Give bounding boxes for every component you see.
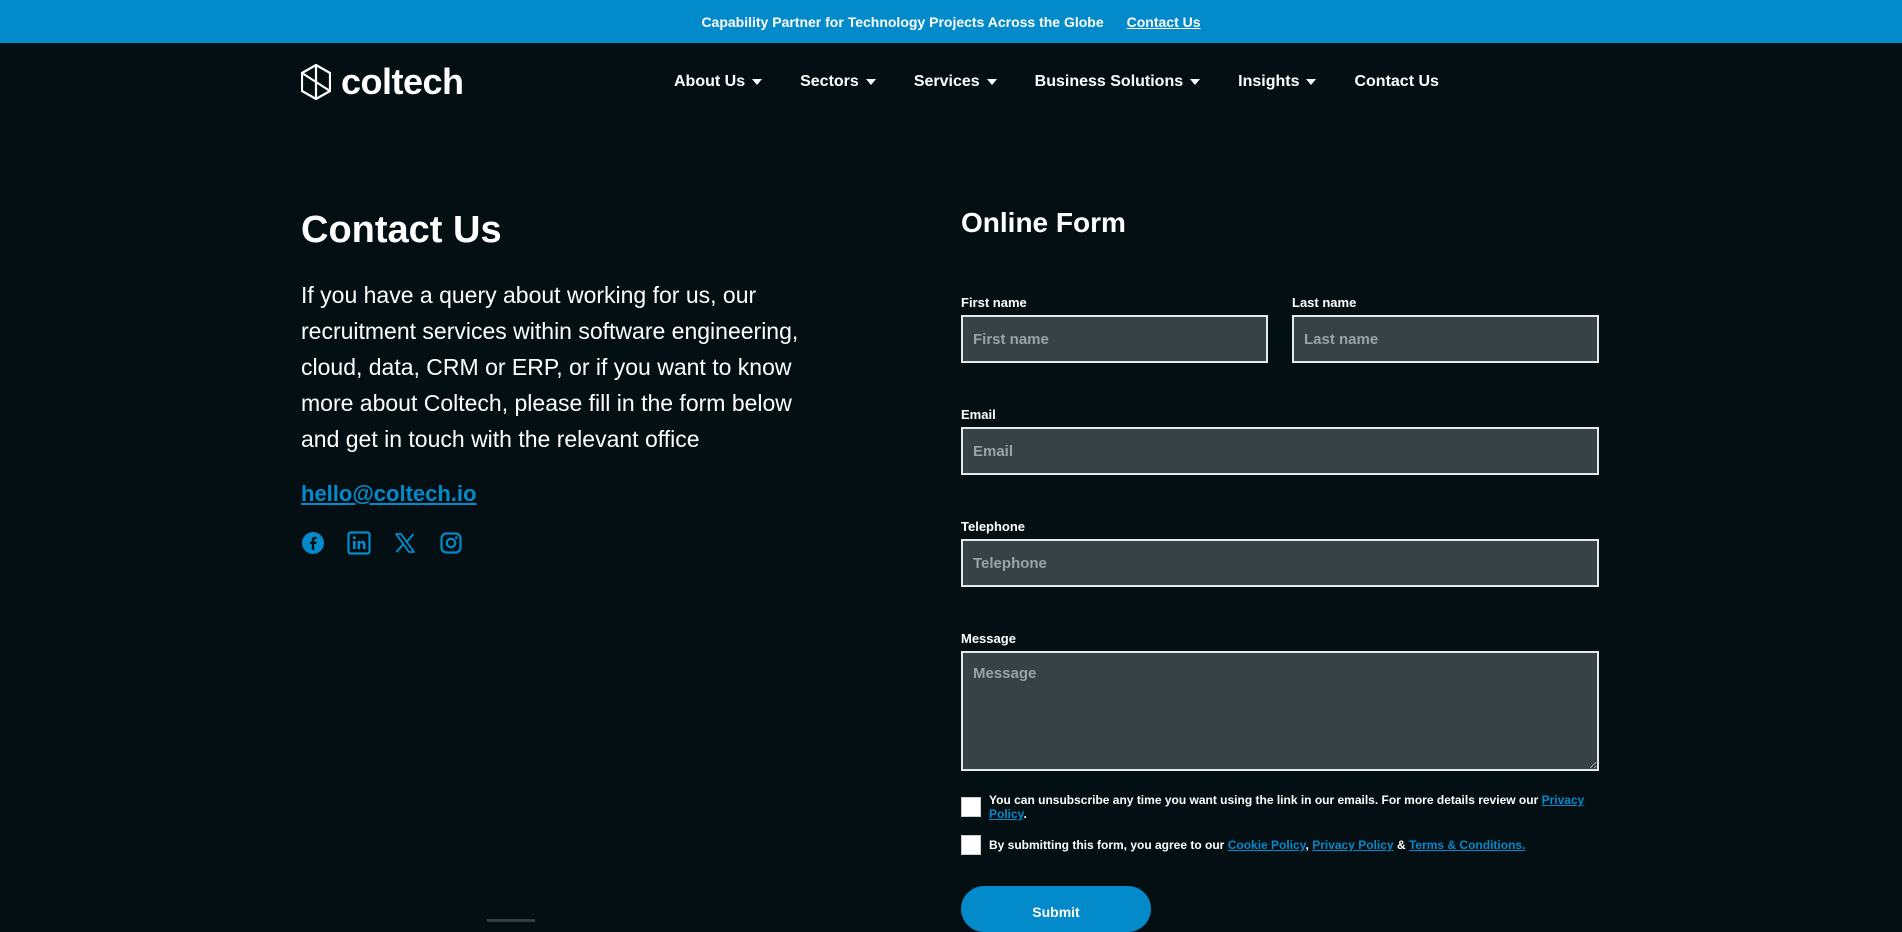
instagram-icon[interactable] [439,531,463,555]
main-nav: About Us Sectors Services Business Solut… [674,73,1439,91]
nav-item-label: Insights [1238,73,1300,90]
consent-text: By submitting this form, you agree to ou… [989,838,1225,852]
submit-button[interactable]: Submit [961,886,1151,932]
nav-item-label: Services [913,73,980,90]
coltech-logo[interactable]: coltech [301,64,464,100]
linkedin-icon[interactable] [347,531,371,555]
announcement-text: Capability Partner for Technology Projec… [701,13,1104,30]
separator: , [1305,838,1309,852]
announcement-bar: Capability Partner for Technology Projec… [0,0,1902,43]
consent-unsubscribe: You can unsubscribe any time you want us… [961,793,1599,821]
contact-info: Contact Us If you have a query about wor… [301,205,821,555]
terms-checkbox[interactable] [961,835,981,855]
email-link[interactable]: hello@coltech.io [301,481,821,507]
nav-item-label: About Us [674,73,746,90]
consent-terms: By submitting this form, you agree to ou… [961,835,1525,855]
facebook-icon[interactable] [301,531,325,555]
caret-down-icon [752,79,763,85]
cookie-policy-link[interactable]: Cookie Policy [1228,838,1306,852]
telephone-group: Telephone [961,519,1599,587]
contact-intro: If you have a query about working for us… [301,282,799,452]
nav-item-services[interactable]: Services [914,73,997,91]
social-links [301,531,821,555]
caret-down-icon [865,79,876,85]
terms-conditions-link[interactable]: Terms & Conditions. [1409,838,1525,852]
nav-item-business-solutions[interactable]: Business Solutions [1034,73,1201,91]
caret-down-icon [1306,79,1317,85]
consent-suffix: . [1023,807,1027,821]
consent-text: You can unsubscribe any time you want us… [989,793,1539,807]
separator: & [1396,838,1406,852]
message-textarea[interactable] [961,651,1599,771]
first-name-label: First name [961,295,1027,310]
nav-item-label: Sectors [800,73,859,90]
form-title: Online Form [961,207,1126,238]
terms-text: By submitting this form, you agree to ou… [989,838,1525,852]
telephone-label: Telephone [961,519,1026,534]
nav-item-sectors[interactable]: Sectors [800,73,876,91]
first-name-input[interactable] [961,315,1268,363]
last-name-label: Last name [1292,295,1357,310]
email-label: Email [961,407,996,422]
email-group: Email [961,407,1599,475]
unsubscribe-checkbox[interactable] [961,797,981,817]
page-title: Contact Us [301,209,502,251]
topbar-contact-link[interactable]: Contact Us [1127,14,1201,30]
message-label: Message [961,631,1016,646]
coltech-logo-icon [301,64,331,100]
unsubscribe-text: You can unsubscribe any time you want us… [989,793,1599,821]
x-icon[interactable] [393,531,417,555]
nav-item-label: Business Solutions [1034,73,1184,90]
message-group: Message [961,631,1599,771]
caret-down-icon [986,79,997,85]
nav-item-label: Contact Us [1354,73,1439,90]
last-name-input[interactable] [1292,315,1599,363]
telephone-field[interactable] [961,539,1599,587]
nav-item-contact-us[interactable]: Contact Us [1354,73,1438,91]
online-form: Online Form First name Last name Email T… [961,205,1599,932]
email-field[interactable] [961,427,1599,475]
privacy-policy-link[interactable]: Privacy Policy [1312,838,1393,852]
nav-item-about-us[interactable]: About Us [674,73,763,91]
coltech-logo-text: coltech [341,61,464,102]
nav-item-insights[interactable]: Insights [1238,73,1317,91]
name-row: First name Last name [961,295,1599,363]
caret-down-icon [1190,79,1201,85]
